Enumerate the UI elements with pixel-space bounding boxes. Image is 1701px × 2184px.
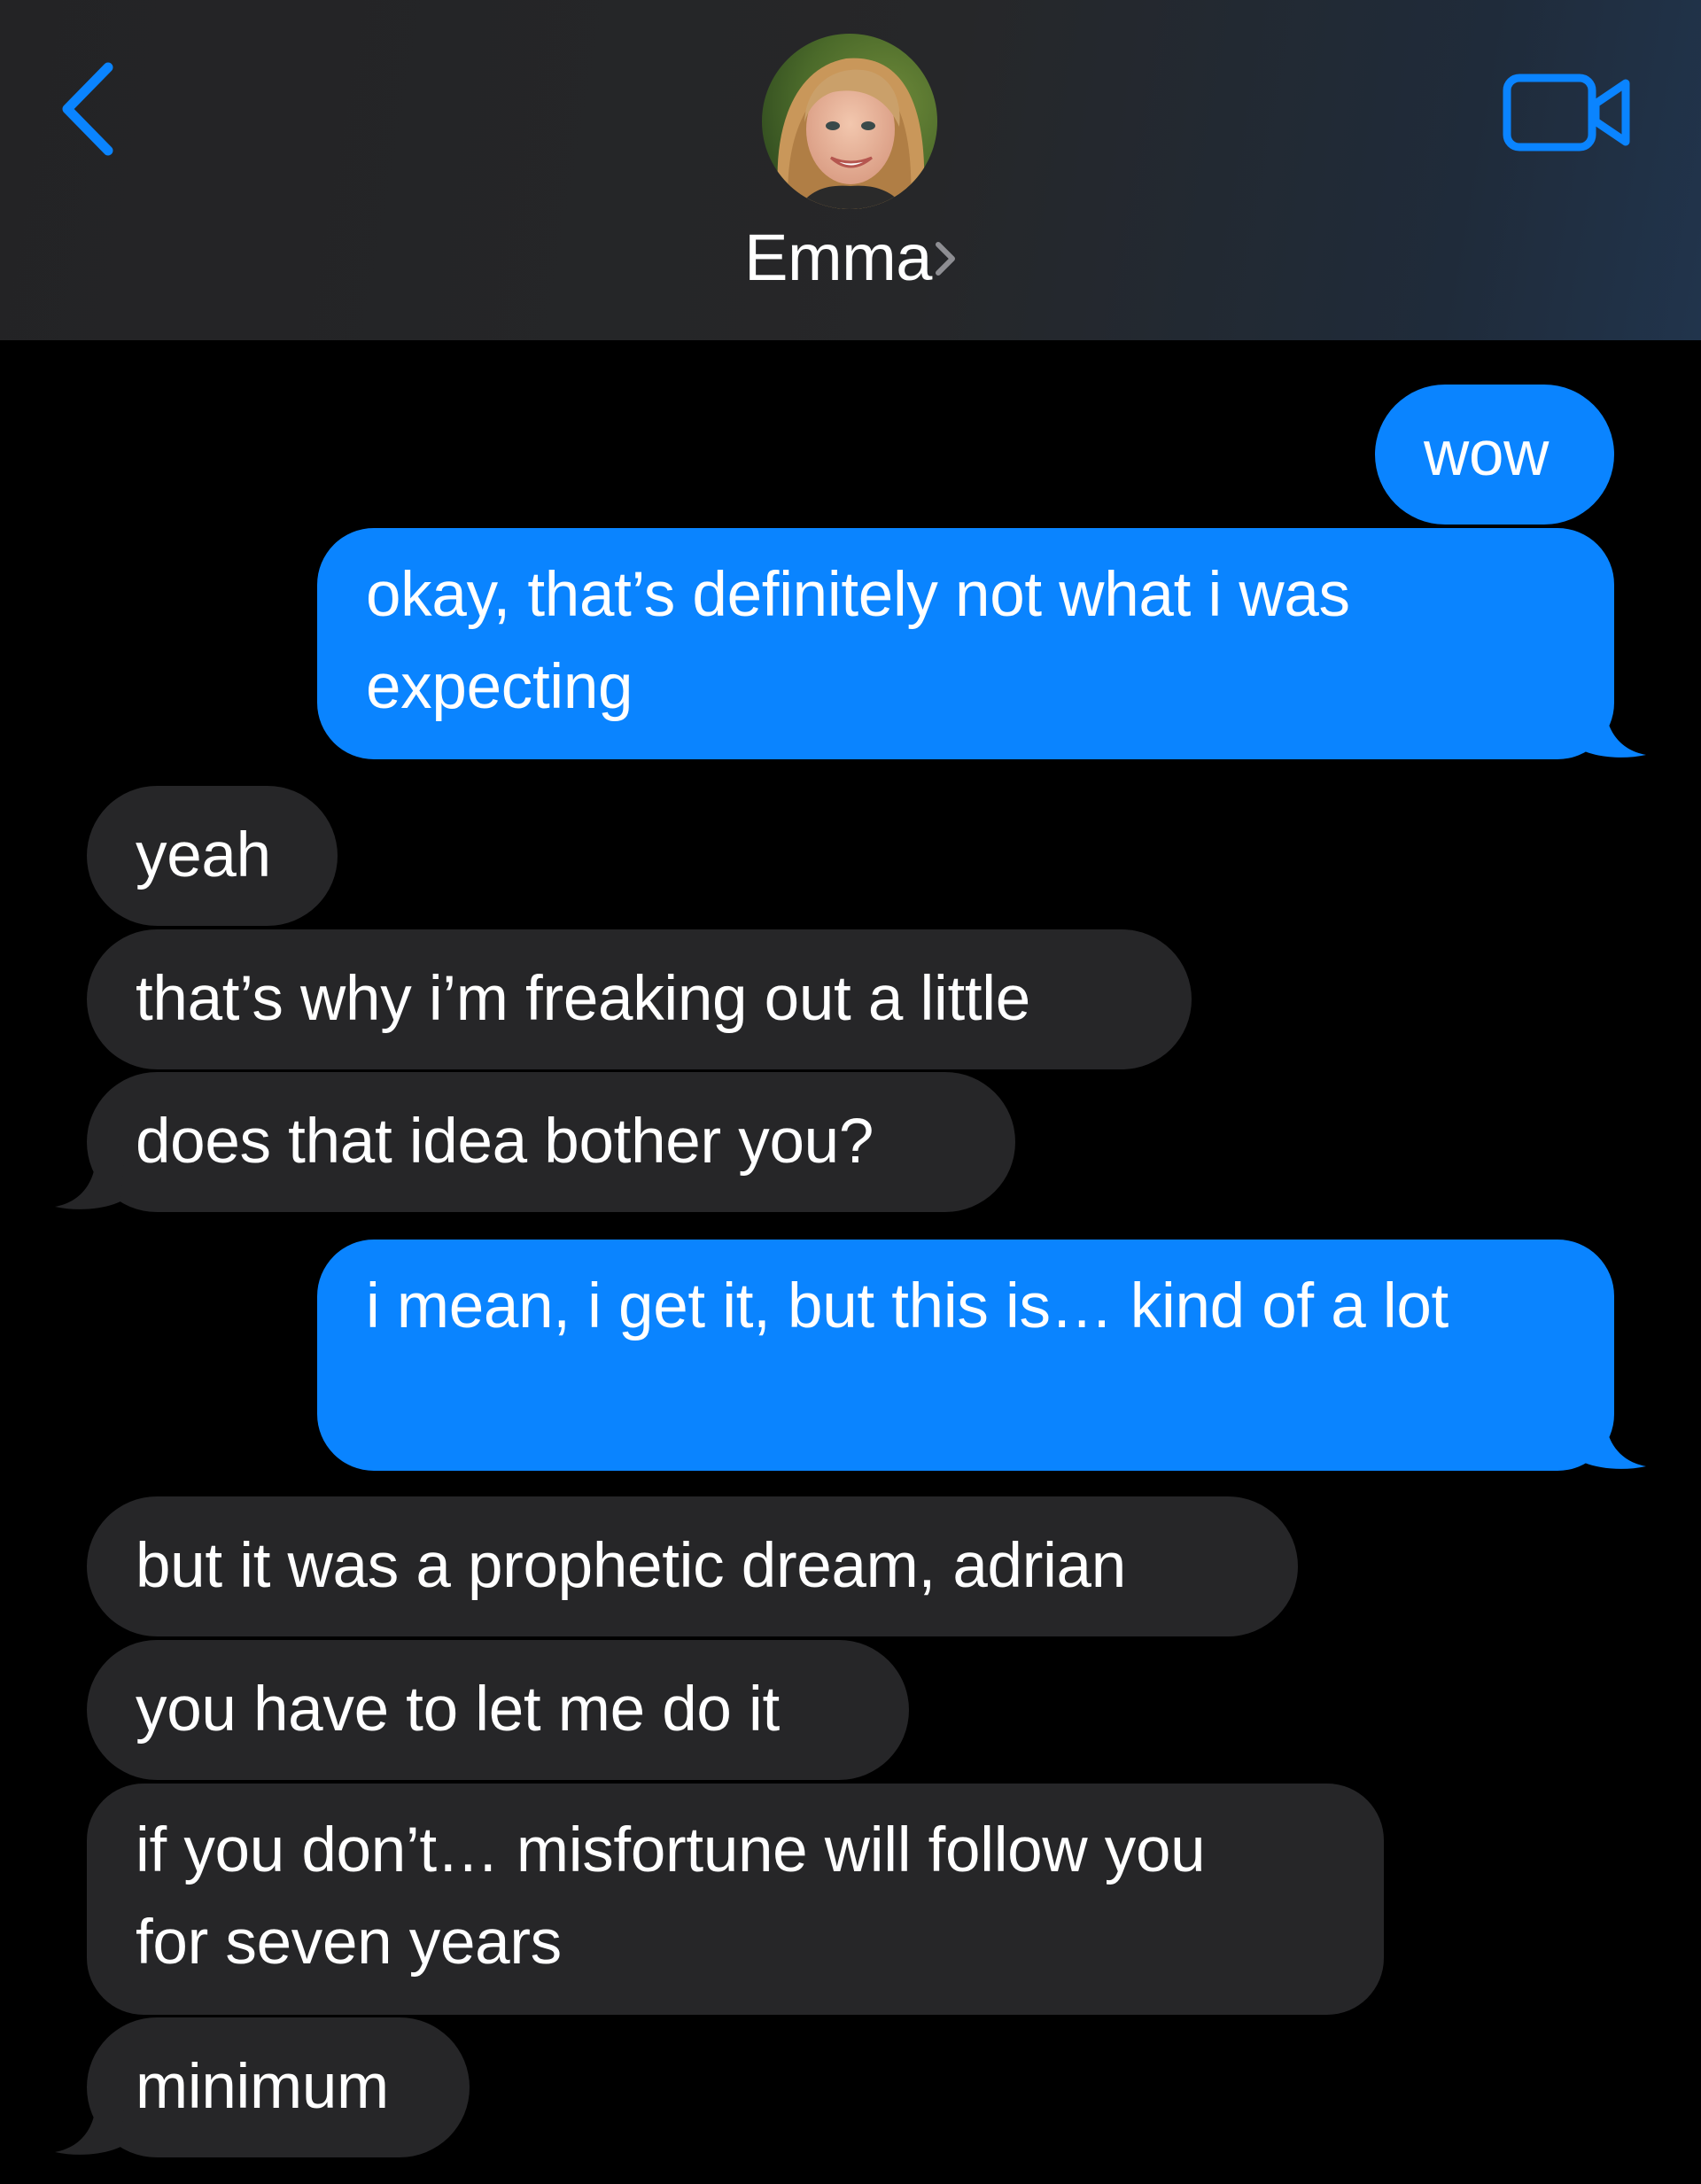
message-bubble-incoming[interactable]: that’s why i’m freaking out a little xyxy=(87,929,1192,1069)
conversation-header: Emma xyxy=(0,0,1701,340)
message-text: does that idea bother you? xyxy=(136,1107,874,1177)
message-text: if you don’t… misfortune will follow you… xyxy=(136,1815,1206,1978)
message-bubble-incoming[interactable]: but it was a prophetic dream, adrian xyxy=(87,1496,1298,1636)
message-bubble-outgoing[interactable]: i mean, i get it, but this is… kind of a… xyxy=(317,1240,1614,1471)
message-bubble-incoming[interactable]: yeah xyxy=(87,786,338,926)
bubble-tail xyxy=(1577,709,1646,758)
avatar[interactable] xyxy=(762,34,937,209)
bubble-tail xyxy=(55,1161,124,1209)
chevron-left-icon xyxy=(62,62,113,156)
contact-name: Emma xyxy=(744,221,932,294)
message-text: i mean, i get it, but this is… kind of a… xyxy=(366,1271,1449,1341)
message-text: but it was a prophetic dream, adrian xyxy=(136,1531,1126,1601)
message-text: wow xyxy=(1424,419,1550,489)
message-bubble-incoming[interactable]: minimum xyxy=(87,2017,470,2157)
message-bubble-outgoing[interactable]: wow xyxy=(1375,385,1614,525)
message-bubble-incoming[interactable]: you have to let me do it xyxy=(87,1640,909,1780)
message-text: you have to let me do it xyxy=(136,1675,780,1745)
message-bubble-incoming[interactable]: does that idea bother you? xyxy=(87,1072,1015,1212)
message-text: yeah xyxy=(136,820,271,890)
message-text: that’s why i’m freaking out a little xyxy=(136,964,1030,1034)
message-text: okay, that’s definitely not what i was e… xyxy=(366,560,1350,722)
bubble-tail xyxy=(1577,1420,1646,1469)
back-button[interactable] xyxy=(46,53,126,168)
video-call-button[interactable] xyxy=(1502,64,1635,161)
video-camera-icon xyxy=(1503,74,1630,152)
message-text: minimum xyxy=(136,2052,389,2122)
chevron-right-icon xyxy=(934,220,957,296)
bubble-tail xyxy=(55,2106,124,2155)
message-bubble-outgoing[interactable]: okay, that’s definitely not what i was e… xyxy=(317,528,1614,759)
message-bubble-incoming[interactable]: if you don’t… misfortune will follow you… xyxy=(87,1784,1384,2015)
avatar-image xyxy=(762,34,937,209)
contact-name-button[interactable]: Emma xyxy=(0,220,1701,296)
